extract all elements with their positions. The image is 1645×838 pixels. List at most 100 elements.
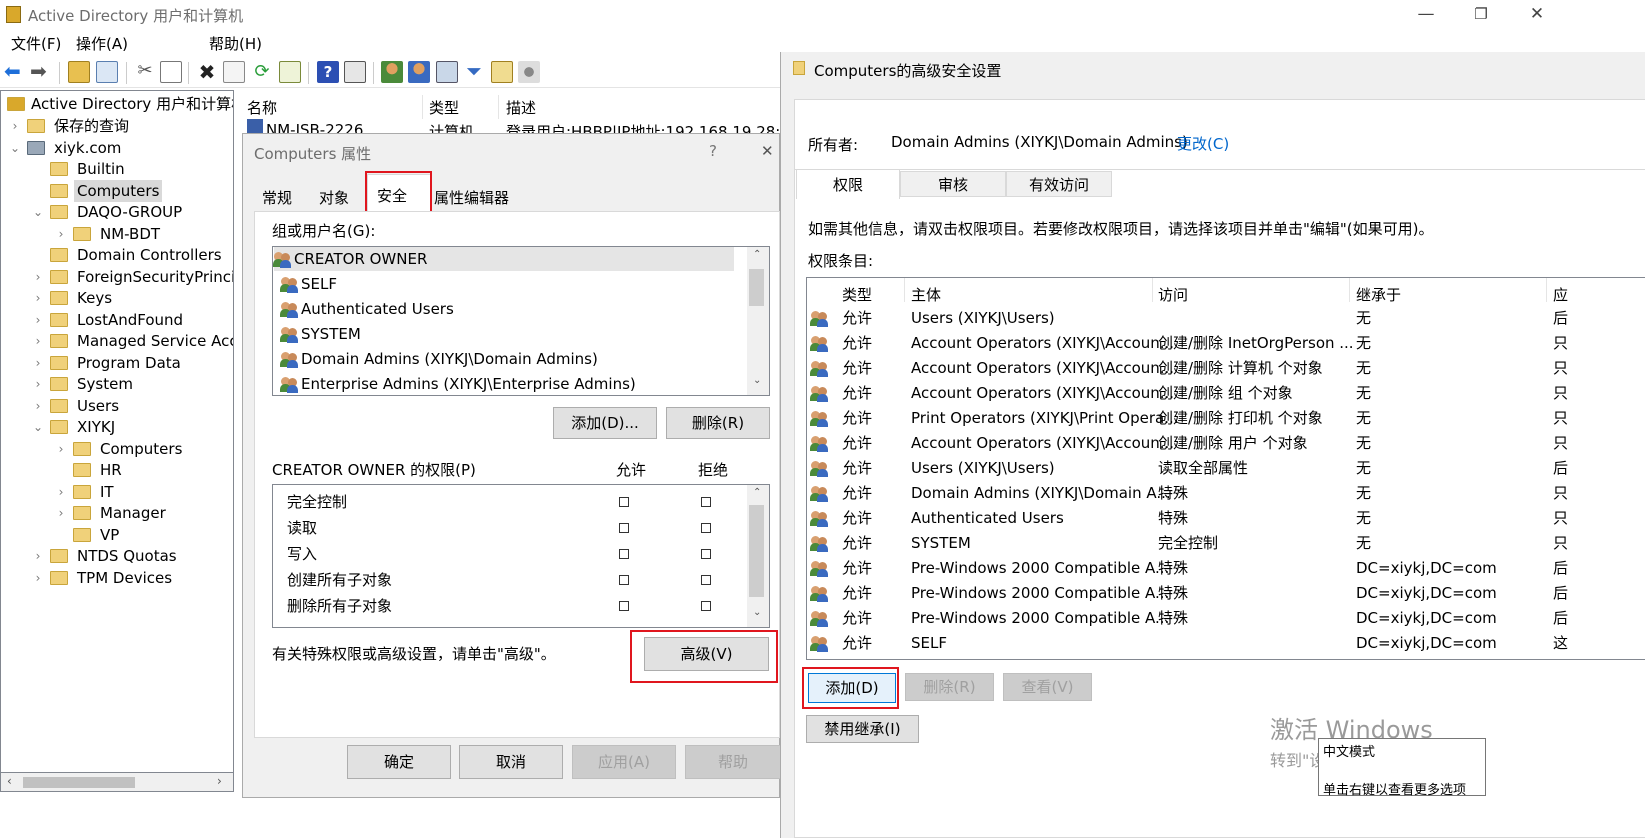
user-list-item[interactable]: CREATOR OWNER: [273, 247, 734, 271]
deny-checkbox[interactable]: [701, 523, 711, 533]
permission-entry-row[interactable]: 允许 Pre-Windows 2000 Compatible A... 特殊 DC=x…: [807, 581, 1645, 606]
tree-expander-icon[interactable]: ›: [32, 287, 44, 309]
find-icon[interactable]: [491, 61, 513, 83]
permission-entry-row[interactable]: 允许 Print Operators (XIYKJ\Print Opera... 创…: [807, 406, 1645, 431]
tree-expander-icon[interactable]: ›: [55, 481, 67, 503]
view-icon[interactable]: [344, 61, 366, 83]
tree-expander-icon[interactable]: ⌄: [32, 416, 44, 438]
tree-item[interactable]: › Keys: [1, 287, 233, 309]
forward-arrow-icon[interactable]: ➡: [30, 61, 52, 83]
tree-item[interactable]: › IT: [1, 481, 233, 503]
tree-item[interactable]: › Computers: [1, 438, 233, 460]
permission-entry-row[interactable]: 允许 Account Operators (XIYKJ\Accoun... 创建/删…: [807, 356, 1645, 381]
tree-item[interactable]: › Managed Service Accou: [1, 330, 233, 352]
tree-expander-icon[interactable]: ›: [32, 352, 44, 374]
user-list[interactable]: CREATOR OWNER SELF Authenticated Users SYST…: [272, 246, 770, 396]
help-icon[interactable]: ?: [317, 61, 339, 83]
tree-expander-icon[interactable]: ›: [32, 545, 44, 567]
tree-item[interactable]: › LostAndFound: [1, 309, 233, 331]
permission-entry-row[interactable]: 允许 Users (XIYKJ\Users) 无 后: [807, 306, 1645, 331]
allow-checkbox[interactable]: [619, 497, 629, 507]
tree-item[interactable]: Domain Controllers: [1, 244, 233, 266]
tree-expander-icon[interactable]: ›: [32, 373, 44, 395]
permission-entry-row[interactable]: 允许 Account Operators (XIYKJ\Accoun... 创建/删…: [807, 331, 1645, 356]
tree-horizontal-scrollbar[interactable]: ‹ ›: [0, 773, 234, 792]
tree-expander-icon[interactable]: ⌄: [9, 137, 21, 159]
remove-user-button[interactable]: 删除(R): [666, 407, 770, 439]
tree-item[interactable]: ⌄ XIYKJ: [1, 416, 233, 438]
tree-item[interactable]: › Manager: [1, 502, 233, 524]
tree-item[interactable]: › NM-BDT: [1, 223, 233, 245]
ok-button[interactable]: 确定: [347, 745, 451, 779]
menu-action[interactable]: 操作(A): [76, 33, 128, 54]
deny-checkbox[interactable]: [701, 575, 711, 585]
col-type[interactable]: 类型: [429, 97, 459, 118]
allow-checkbox[interactable]: [619, 549, 629, 559]
tree-item[interactable]: › NTDS Quotas: [1, 545, 233, 567]
list-row[interactable]: NM-ISB-2226 计算机 登录用户:HBBP|IP地址:192.168.1…: [240, 119, 780, 133]
tree-expander-icon[interactable]: ›: [32, 309, 44, 331]
filter-icon[interactable]: ⏷: [463, 61, 485, 83]
tree-expander-icon[interactable]: ⌄: [32, 201, 44, 223]
tab-audit[interactable]: 审核: [900, 171, 1006, 197]
new-ou-icon[interactable]: [436, 61, 458, 83]
col-name[interactable]: 名称: [247, 97, 277, 118]
tree-item[interactable]: › Users: [1, 395, 233, 417]
change-owner-link[interactable]: 更改(C): [1177, 133, 1229, 154]
col-applies-to[interactable]: 应: [1553, 284, 1568, 305]
tab-object[interactable]: 对象: [319, 187, 349, 208]
tree-expander-icon[interactable]: ›: [32, 330, 44, 352]
minimize-button[interactable]: —: [1403, 0, 1449, 30]
properties-icon[interactable]: [223, 61, 245, 83]
tree-item[interactable]: › System: [1, 373, 233, 395]
permission-entry-row[interactable]: 允许 SYSTEM 完全控制 无 只: [807, 531, 1645, 556]
tree-expander-icon[interactable]: ›: [55, 502, 67, 524]
tree-item[interactable]: ⌄ xiyk.com: [1, 137, 233, 159]
cut-icon[interactable]: ✂: [134, 61, 156, 83]
tree-item[interactable]: › TPM Devices: [1, 567, 233, 589]
export-list-icon[interactable]: [279, 61, 301, 83]
tree-item[interactable]: › 保存的查询: [1, 115, 233, 137]
col-inherited-from[interactable]: 继承于: [1356, 284, 1401, 305]
close-button[interactable]: ✕: [1514, 0, 1560, 30]
tab-effective-access[interactable]: 有效访问: [1006, 171, 1112, 197]
deny-checkbox[interactable]: [701, 601, 711, 611]
tree-expander-icon[interactable]: ›: [32, 266, 44, 288]
up-folder-icon[interactable]: [68, 61, 90, 83]
close-icon[interactable]: ✕: [761, 142, 774, 160]
tab-general[interactable]: 常规: [262, 187, 292, 208]
user-list-item[interactable]: Domain Admins (XIYKJ\Domain Admins): [280, 347, 741, 371]
disable-inheritance-button[interactable]: 禁用继承(I): [806, 715, 919, 743]
help-button[interactable]: 帮助: [685, 745, 781, 779]
new-user-icon[interactable]: [381, 61, 403, 83]
permission-entry-row[interactable]: 允许 Domain Admins (XIYKJ\Domain A... 特殊 无 只: [807, 481, 1645, 506]
allow-checkbox[interactable]: [619, 575, 629, 585]
permission-entry-row[interactable]: 允许 Account Operators (XIYKJ\Accoun... 创建/删…: [807, 381, 1645, 406]
allow-checkbox[interactable]: [619, 601, 629, 611]
tree-item[interactable]: VP: [1, 524, 233, 546]
col-principal[interactable]: 主体: [911, 284, 941, 305]
permission-entry-row[interactable]: 允许 Account Operators (XIYKJ\Accoun... 创建/删…: [807, 431, 1645, 456]
col-access[interactable]: 访问: [1158, 284, 1188, 305]
permission-entry-row[interactable]: 允许 Pre-Windows 2000 Compatible A... 特殊 DC=x…: [807, 556, 1645, 581]
view-entry-button[interactable]: 查看(V): [1003, 673, 1092, 701]
user-list-item[interactable]: Enterprise Admins (XIYKJ\Enterprise Admi…: [280, 372, 741, 395]
tree-item[interactable]: › Program Data: [1, 352, 233, 374]
tree-expander-icon[interactable]: ›: [55, 438, 67, 460]
tree-item[interactable]: ⌄ DAQO-GROUP: [1, 201, 233, 223]
tab-permissions[interactable]: 权限: [796, 169, 900, 199]
deny-checkbox[interactable]: [701, 549, 711, 559]
delete-icon[interactable]: ✖: [196, 61, 218, 83]
tree-item[interactable]: › ForeignSecurityPrincipal: [1, 266, 233, 288]
col-type[interactable]: 类型: [842, 284, 872, 305]
tab-attribute-editor[interactable]: 属性编辑器: [434, 187, 509, 208]
refresh-icon[interactable]: ⟳: [251, 61, 273, 83]
tree-expander-icon[interactable]: ›: [55, 223, 67, 245]
help-icon[interactable]: ?: [709, 142, 717, 160]
tree-expander-icon[interactable]: ›: [32, 567, 44, 589]
user-list-item[interactable]: Authenticated Users: [280, 297, 741, 321]
back-arrow-icon[interactable]: ⬅: [4, 61, 26, 83]
maximize-button[interactable]: ❐: [1458, 0, 1504, 30]
new-group-icon[interactable]: [408, 61, 430, 83]
remove-entry-button[interactable]: 删除(R): [905, 673, 994, 701]
